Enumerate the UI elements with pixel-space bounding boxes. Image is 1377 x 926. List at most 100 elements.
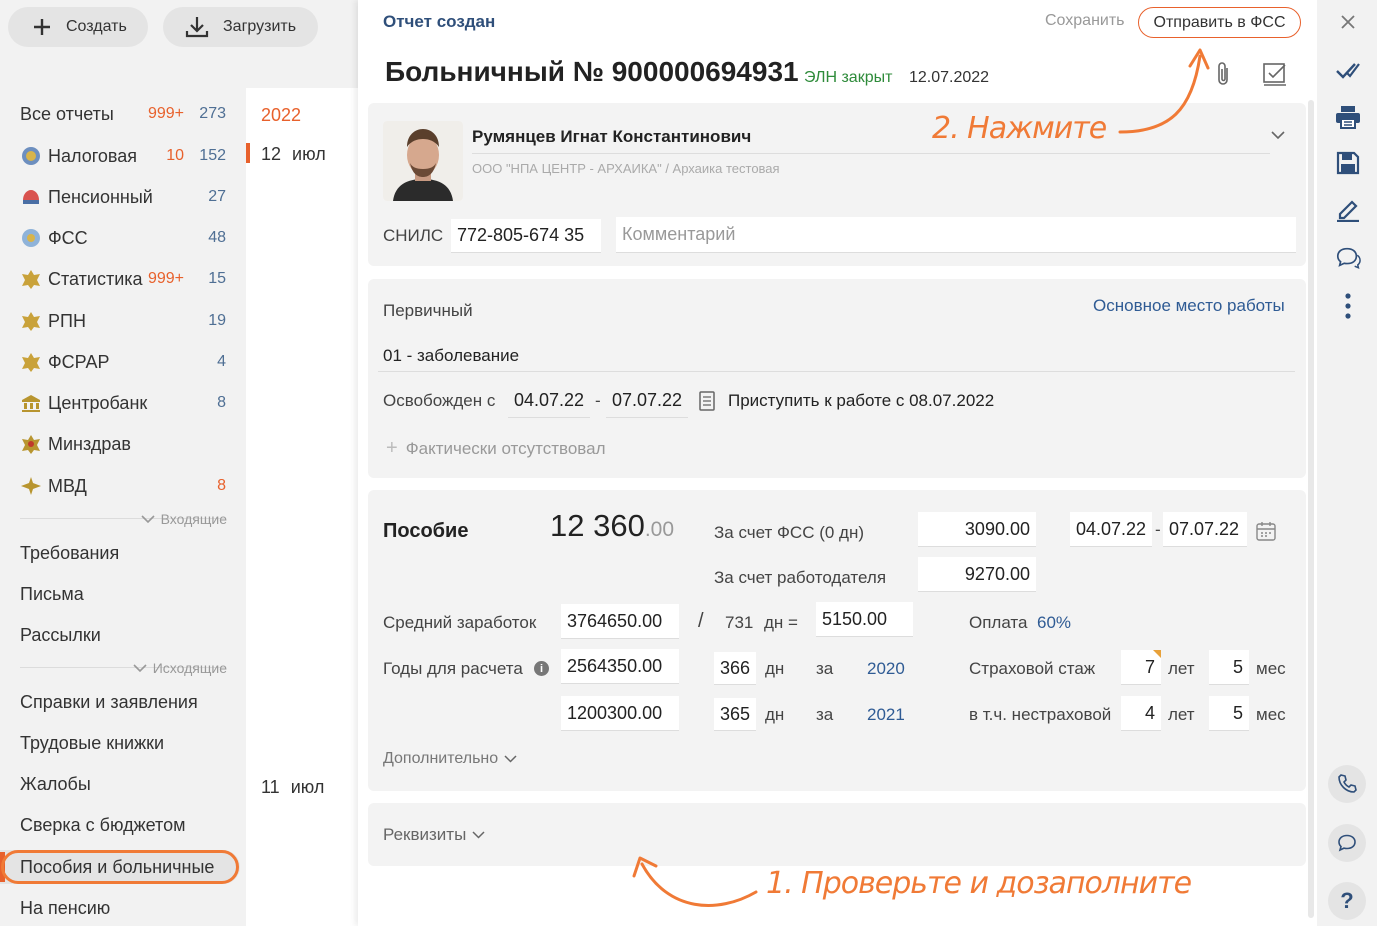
year-days-field[interactable]: 365 [714,698,756,731]
chat-icon[interactable] [1328,824,1366,862]
comments-icon[interactable] [1335,245,1361,271]
benefit-amount-integer: 12 360 [550,508,645,543]
sidebar-item-complaints[interactable]: Жалобы [20,769,230,799]
sidebar-item-work-books[interactable]: Трудовые книжки [20,728,230,758]
days-equals: дн = [764,613,798,632]
more-options-icon[interactable] [1335,293,1361,319]
sidebar-item-label: Трудовые книжки [20,732,165,753]
disability-reason[interactable]: 01 - заболевание [383,346,519,366]
sidebar-item-minzdrav[interactable]: Минздрав [20,429,230,459]
unread-count: 8 [217,477,226,494]
sidebar-item-rpn[interactable]: РПН 19 [20,306,230,336]
close-icon[interactable] [1335,9,1361,35]
non-insurance-months-field[interactable]: 5 [1209,696,1249,731]
return-to-work: Приступить к работе с 08.07.2022 [728,391,995,410]
non-insurance-years-field[interactable]: 4 [1121,696,1161,731]
sidebar-item-statistics[interactable]: Статистика 999+ 15 [20,264,230,294]
sidebar-item-pension[interactable]: Пенсионный 27 [20,182,230,212]
year-days-field[interactable]: 366 [714,652,756,685]
months-unit: мес [1256,705,1286,724]
sidebar-item-budget-reconciliation[interactable]: Сверка с бюджетом [20,810,230,840]
chevron-down-icon[interactable] [1271,131,1285,140]
incoming-section-toggle[interactable]: Входящие [141,511,227,527]
average-earnings-label: Средний заработок [383,613,537,632]
comment-placeholder: Комментарий [622,224,736,244]
sidebar-item-centrobank[interactable]: Центробанк 8 [20,388,230,418]
total-count: 152 [199,147,226,164]
info-icon[interactable]: i [534,661,549,676]
year-amount-field[interactable]: 1200300.00 [561,696,679,731]
released-to-field[interactable]: 07.07.22 [606,384,688,418]
divider [378,371,1295,372]
calculation-year[interactable]: 2021 [867,705,905,725]
workplace-type[interactable]: Основное место работы [1093,296,1285,316]
upload-button[interactable]: Загрузить [163,7,318,47]
total-count: 8 [217,394,226,411]
save-button[interactable]: Сохранить [1045,12,1125,30]
sidebar-item-pension-outgoing[interactable]: На пенсию [20,893,230,923]
fss-share-label: За счет ФСС (0 дн) [714,523,865,542]
sidebar-item-requirements[interactable]: Требования [20,538,230,568]
sidebar-item-fsrar[interactable]: ФСРАР 4 [20,347,230,377]
scrollbar[interactable] [1308,100,1314,918]
annotation-step2: 2. Нажмите [932,111,1107,146]
released-from-field[interactable]: 04.07.22 [508,384,590,418]
requisites-toggle[interactable]: Реквизиты [383,825,485,845]
phone-icon[interactable] [1328,765,1366,803]
sidebar-item-mailings[interactable]: Рассылки [20,620,230,650]
for-label: за [816,705,834,724]
outgoing-section-toggle[interactable]: Исходящие [133,660,227,676]
minzdrav-emblem-icon [20,433,42,455]
released-to-value: 07.07.22 [612,390,683,410]
cb-emblem-icon [20,392,42,414]
fss-share-field[interactable]: 3090.00 [918,512,1036,547]
sidebar-item-letters[interactable]: Письма [20,579,230,609]
released-label: Освобожден с [383,391,496,410]
year-amount-value: 2564350.00 [567,655,663,676]
payment-percent[interactable]: 60% [1037,613,1071,633]
average-earnings-field[interactable]: 3764650.00 [561,604,679,639]
save-icon[interactable] [1335,150,1361,176]
average-earnings-value: 3764650.00 [567,610,663,631]
sidebar-item-tax[interactable]: Налоговая 10 152 [20,141,230,171]
insurance-years-field[interactable]: 7 [1121,650,1161,685]
sign-document-icon[interactable] [1261,60,1289,93]
check-all-icon[interactable] [1335,57,1361,83]
year-days-value: 366 [719,657,750,678]
create-button-label: Создать [66,18,127,35]
comment-field[interactable]: Комментарий [616,217,1296,253]
sidebar-item-mvd[interactable]: МВД 8 [20,471,230,501]
timeline-year: 2022 [261,105,302,125]
snils-label: СНИЛС [383,226,444,245]
actual-absence-add[interactable]: + Фактически отсутствовал [386,437,606,460]
period-to-field[interactable]: 07.07.22 [1163,512,1247,547]
insurance-months-value: 5 [1232,656,1243,677]
send-to-fss-button[interactable]: Отправить в ФСС [1138,7,1301,38]
employer-share-field[interactable]: 9270.00 [918,557,1036,592]
total-count: 4 [217,353,226,370]
sidebar-item-certificates[interactable]: Справки и заявления [20,687,230,717]
year-amount-field[interactable]: 2564350.00 [561,649,679,684]
insurance-months-field[interactable]: 5 [1209,650,1249,685]
document-icon[interactable] [699,391,715,416]
print-icon[interactable] [1335,104,1361,130]
calculation-year[interactable]: 2020 [867,659,905,679]
period-from-field[interactable]: 04.07.22 [1070,512,1152,547]
months-unit: мес [1256,659,1286,678]
sign-icon[interactable] [1335,197,1361,223]
daily-earnings-field[interactable]: 5150.00 [816,602,913,637]
timeline-date[interactable]: 11 июл [261,777,324,798]
requisites-card[interactable] [368,803,1306,866]
help-icon[interactable]: ? [1328,882,1366,920]
additional-toggle[interactable]: Дополнительно [383,750,517,768]
sidebar-item-all-reports[interactable]: Все отчеты 999+ 273 [20,99,230,129]
snils-field[interactable]: 772-805-674 35 [451,219,601,253]
annotation-arrow-step1 [632,856,758,907]
employee-name[interactable]: Румянцев Игнат Константинович [472,127,751,147]
timeline-date[interactable]: 12 июл [261,144,326,165]
rpn-emblem-icon [20,310,42,332]
unread-count: 10 [166,147,184,164]
calendar-icon[interactable] [1256,521,1276,546]
create-button[interactable]: Создать [8,7,148,47]
sidebar-item-fss[interactable]: ФСС 48 [20,223,230,253]
